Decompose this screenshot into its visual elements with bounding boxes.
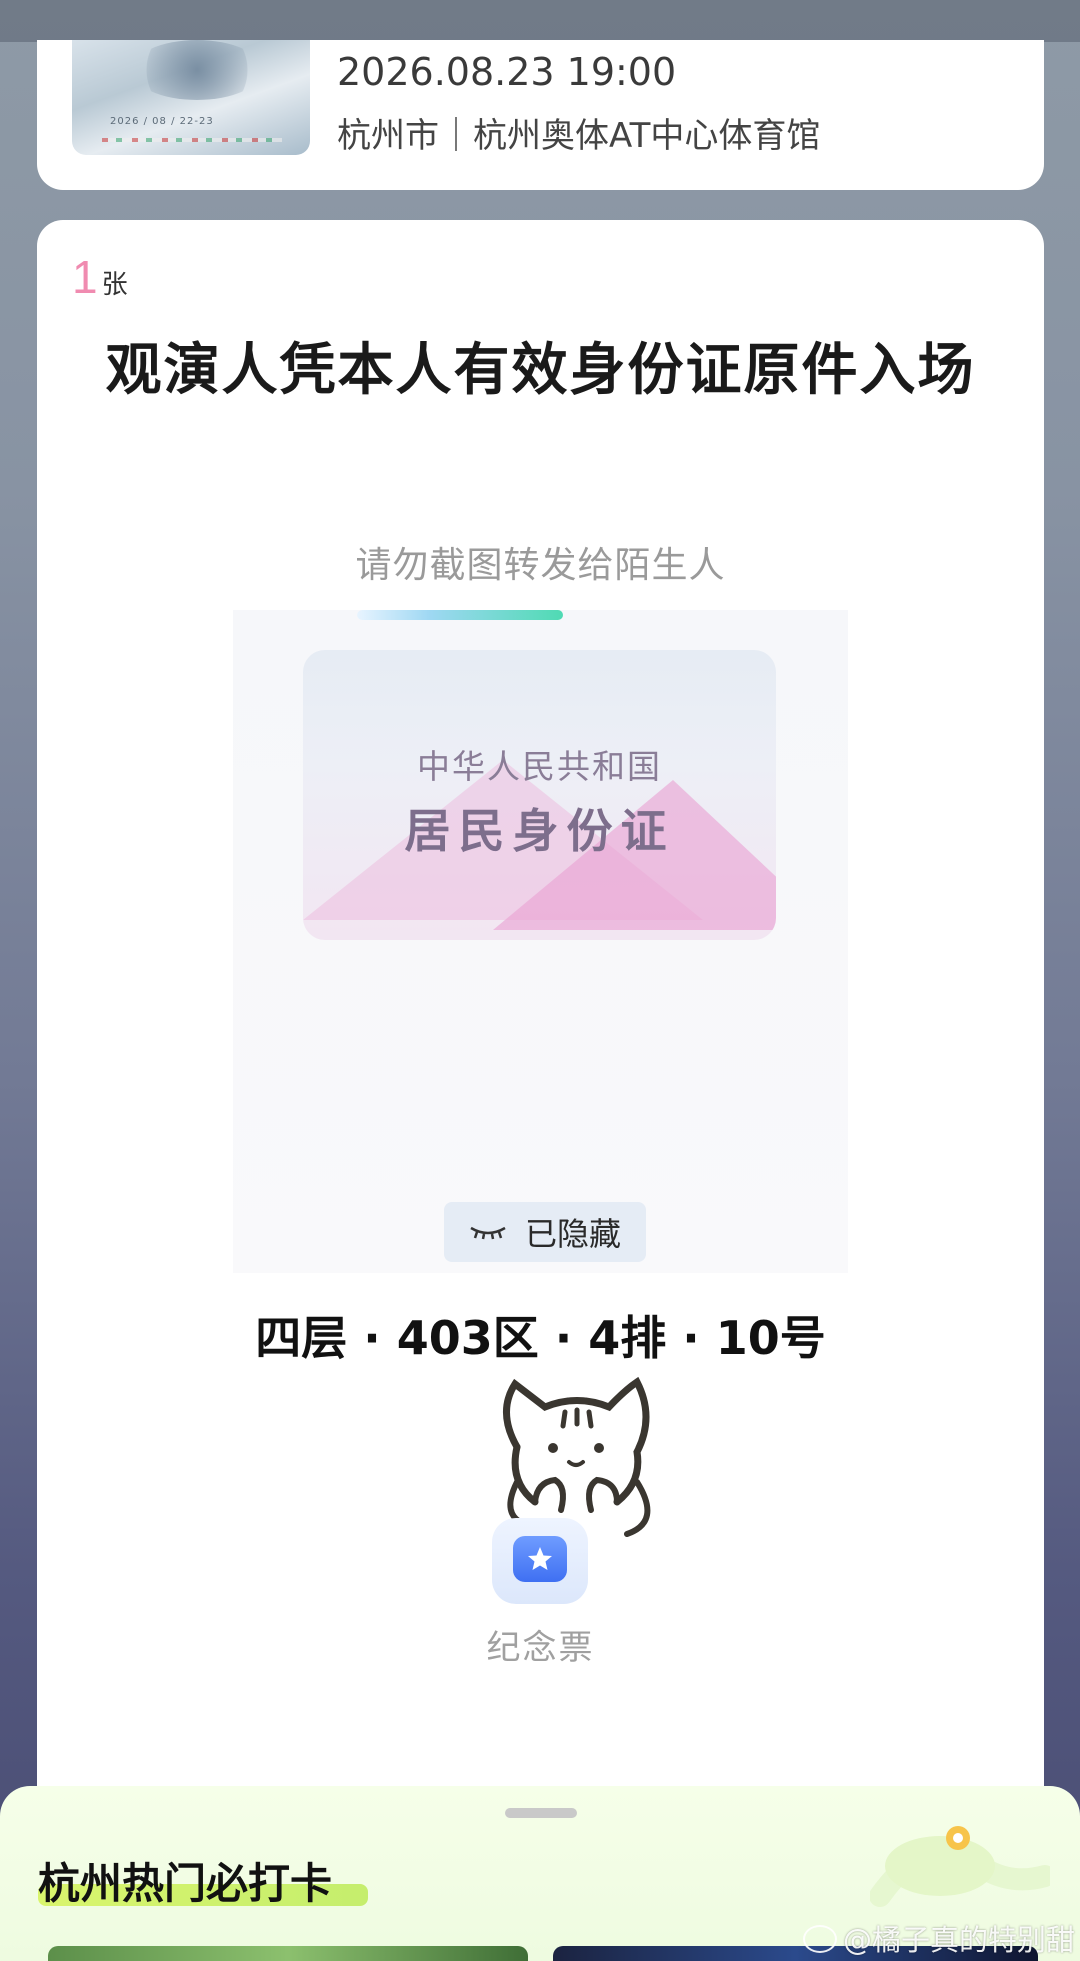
event-poster[interactable]: 2026 / 08 / 22-23 (72, 40, 310, 155)
refresh-progress-fill (357, 610, 563, 620)
ticket-count-number: 1 (72, 251, 98, 303)
entry-notice: 观演人凭本人有效身份证原件入场 (105, 338, 976, 403)
id-card-country: 中华人民共和国 (417, 747, 662, 786)
weibo-watermark: @橘子真的特别甜 (803, 1917, 1075, 1959)
poster-artwork (132, 40, 262, 100)
eye-closed-icon (469, 1224, 507, 1240)
map-pin-icon (870, 1826, 1050, 1907)
id-card-title: 居民身份证 (404, 804, 675, 858)
hidden-label: 已隐藏 (524, 1215, 621, 1253)
weibo-icon (803, 1925, 837, 1953)
id-card-graphic: 中华人民共和国 居民身份证 (303, 650, 776, 940)
poster-sponsor-strip (102, 138, 282, 142)
ticket-card: 1张 观演人凭本人有效身份证原件入场 请勿截图转发给陌生人 中华人民共和国 居民… (37, 220, 1044, 1820)
souvenir-ticket-label: 纪念票 (486, 1628, 595, 1668)
watermark-text: @橘子真的特别甜 (843, 1923, 1076, 1957)
spot-thumbnail[interactable] (48, 1946, 528, 1961)
event-venue: 杭州市｜杭州奥体AT中心体育馆 (337, 116, 821, 156)
event-card[interactable]: 2026 / 08 / 22-23 2026.08.23 19:00 杭州市｜杭… (37, 40, 1044, 190)
sheet-drag-handle[interactable] (505, 1808, 577, 1818)
ticket-star-icon (513, 1536, 567, 1582)
status-bar (0, 0, 1080, 42)
ticket-count: 1张 (72, 250, 128, 304)
hot-spots-title: 杭州热门必打卡 (38, 1859, 333, 1908)
refresh-progress-bar (357, 610, 651, 620)
souvenir-ticket-button[interactable] (492, 1518, 588, 1604)
poster-date-text: 2026 / 08 / 22-23 (110, 116, 214, 127)
ticket-count-unit: 张 (101, 270, 128, 300)
id-verification-panel: 中华人民共和国 居民身份证 已隐藏 (233, 610, 848, 1273)
event-datetime: 2026.08.23 19:00 (337, 50, 677, 94)
show-id-toggle[interactable]: 已隐藏 (444, 1202, 646, 1262)
screenshot-warning: 请勿截图转发给陌生人 (355, 545, 726, 586)
